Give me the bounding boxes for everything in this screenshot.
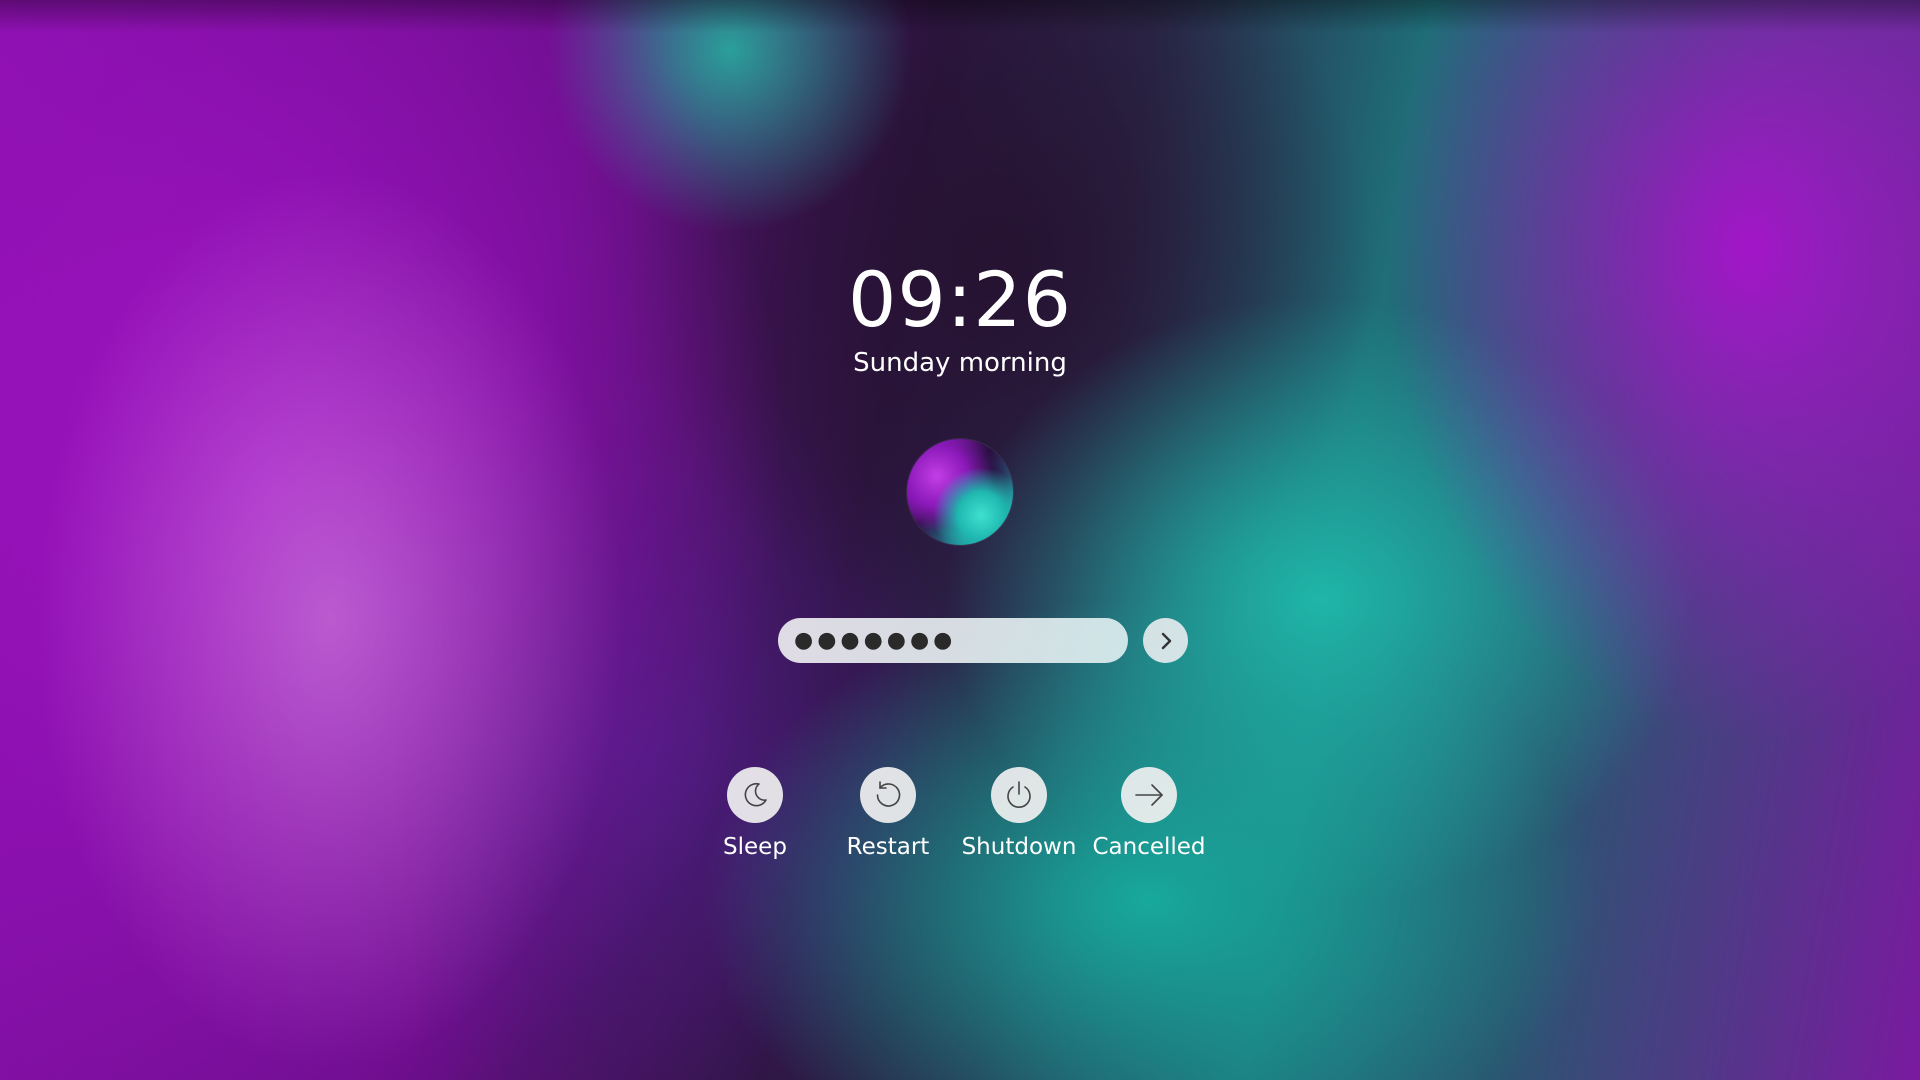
chevron-right-icon xyxy=(1155,630,1177,652)
cancel-icon-circle[interactable] xyxy=(1121,767,1177,823)
restart-icon xyxy=(871,778,905,812)
sleep-icon-circle[interactable] xyxy=(727,767,783,823)
login-submit-button[interactable] xyxy=(1143,618,1188,663)
password-masked-value: ●●●●●●● xyxy=(794,628,957,653)
restart-icon-circle[interactable] xyxy=(860,767,916,823)
user-avatar[interactable] xyxy=(907,439,1013,545)
sleep-button[interactable]: Sleep xyxy=(685,767,825,861)
greeting-text: Sunday morning xyxy=(853,348,1067,378)
restart-button[interactable]: Restart xyxy=(818,767,958,861)
sleep-label: Sleep xyxy=(723,834,787,860)
shutdown-icon-circle[interactable] xyxy=(991,767,1047,823)
clock-time: 09:26 xyxy=(847,255,1073,344)
restart-label: Restart xyxy=(846,834,930,860)
moon-icon xyxy=(739,779,771,811)
cancel-label: Cancelled xyxy=(1092,834,1206,860)
power-icon xyxy=(1002,778,1036,812)
shutdown-button[interactable]: Shutdown xyxy=(949,767,1089,861)
shutdown-label: Shutdown xyxy=(961,834,1077,860)
password-field[interactable]: ●●●●●●● xyxy=(778,618,1128,663)
arrow-right-icon xyxy=(1131,777,1167,813)
cancel-button[interactable]: Cancelled xyxy=(1079,767,1219,861)
